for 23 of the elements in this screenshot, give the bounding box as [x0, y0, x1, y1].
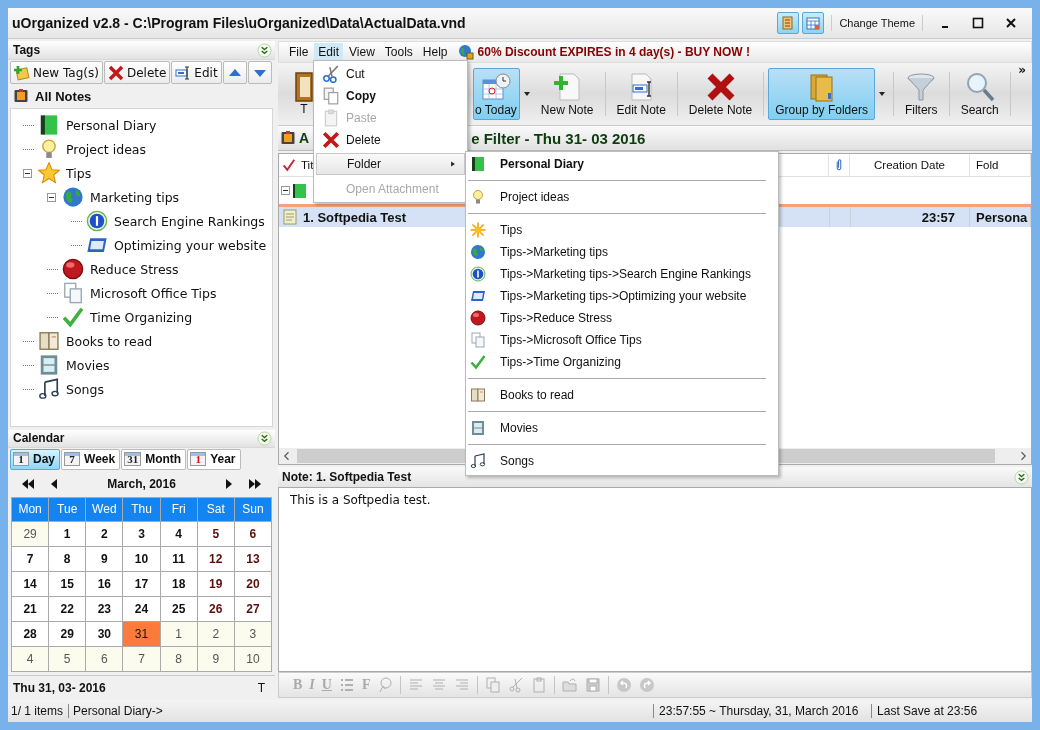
- filter-title: A: [299, 130, 310, 146]
- table-cell: Persona: [976, 209, 1028, 225]
- note-text: This is a Softpedia test.: [290, 493, 431, 507]
- weekday-header: Fri: [160, 497, 197, 521]
- weekday-header: Wed: [86, 497, 123, 521]
- weekday-header: Tue: [49, 497, 86, 521]
- item-count: 1/ 1 items: [8, 704, 70, 718]
- month-label: March, 2016: [106, 477, 177, 492]
- selected-date: Thu 31, 03- 2016: [13, 680, 106, 695]
- weekday-header: Thu: [123, 497, 160, 521]
- weekday-header: Sat: [197, 497, 234, 521]
- window-title: uOrganized v2.8 - C:\Program Files\uOrganized\Data\ActualData.vnd: [12, 15, 467, 31]
- filter-title: e Filter - Thu 31- 03 2016: [471, 129, 646, 147]
- clock: 23:57:55 ~ Thursday, 31, March 2016: [653, 704, 872, 718]
- weekday-header: Sun: [234, 497, 271, 521]
- table-cell: 23:57: [921, 209, 955, 225]
- panel-title: Calendar: [13, 431, 65, 446]
- panel-title: Tags: [13, 43, 41, 57]
- weekday-header: Mon: [12, 497, 49, 521]
- note-title: Note: 1. Softpedia Test: [282, 470, 412, 484]
- table-cell: 1. Softpedia Test: [303, 209, 407, 225]
- current-path: Personal Diary->: [72, 704, 164, 718]
- last-save: Last Save at 23:56: [871, 704, 978, 718]
